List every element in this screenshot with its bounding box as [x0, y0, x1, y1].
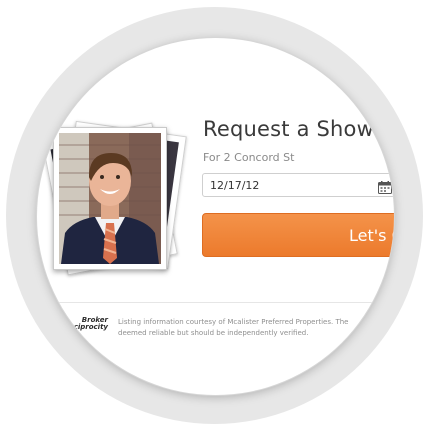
agent-portrait-image [59, 133, 161, 264]
property-address: For 2 Concord St [203, 151, 295, 164]
listing-disclaimer: Listing information courtesy of Mcaliste… [118, 317, 348, 339]
page-title: Request a Showing [203, 117, 394, 141]
broker-reciprocity-logo: Broker Reciprocity [62, 316, 108, 332]
showing-request-panel: Request a Showing For 2 Concord St 12/17… [37, 38, 394, 395]
lets-go-label: Let's Go [349, 226, 394, 245]
calendar-icon[interactable] [378, 179, 392, 198]
magnifier-lens: Request a Showing For 2 Concord St 12/17… [37, 38, 394, 395]
disclaimer-line-2: deemed reliable but should be independen… [118, 329, 309, 337]
magnifier-canvas: Request a Showing For 2 Concord St 12/17… [0, 0, 429, 431]
showing-date-input[interactable]: 12/17/12 [202, 173, 394, 197]
disclaimer-line-1: Listing information courtesy of Mcaliste… [118, 318, 349, 326]
footer-divider [40, 302, 394, 303]
showing-date-value: 12/17/12 [210, 179, 260, 192]
agent-photo [53, 127, 167, 270]
lets-go-button[interactable]: Let's Go [202, 213, 394, 257]
logo-line-2: Reciprocity [63, 323, 108, 331]
